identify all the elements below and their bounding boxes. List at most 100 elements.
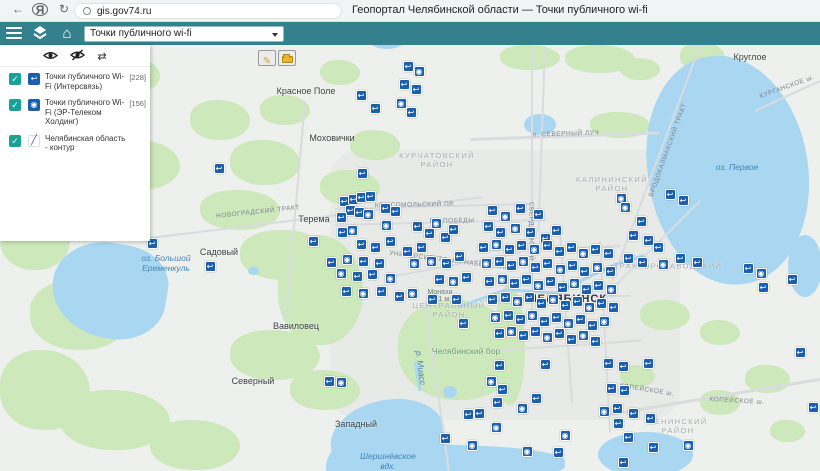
layer-select[interactable]: Точки публичного wi-fi: [84, 26, 284, 42]
wifi-marker-intersvyaz[interactable]: ↩: [487, 294, 498, 305]
wifi-marker-ertelecom[interactable]: ◉: [548, 294, 559, 305]
wifi-marker-intersvyaz[interactable]: ↩: [515, 314, 526, 325]
wifi-marker-ertelecom[interactable]: ◉: [342, 254, 353, 265]
wifi-marker-intersvyaz[interactable]: ↩: [692, 257, 703, 268]
wifi-marker-ertelecom[interactable]: ◉: [517, 403, 528, 414]
wifi-marker-intersvyaz[interactable]: ↩: [374, 258, 385, 269]
wifi-marker-ertelecom[interactable]: ◉: [584, 302, 595, 313]
wifi-marker-intersvyaz[interactable]: ↩: [623, 253, 634, 264]
wifi-marker-ertelecom[interactable]: ◉: [396, 98, 407, 109]
wifi-marker-ertelecom[interactable]: ◉: [756, 268, 767, 279]
wifi-marker-intersvyaz[interactable]: ↩: [590, 336, 601, 347]
wifi-marker-intersvyaz[interactable]: ↩: [458, 318, 469, 329]
wifi-marker-ertelecom[interactable]: ◉: [491, 239, 502, 250]
wifi-marker-ertelecom[interactable]: ◉: [527, 310, 538, 321]
wifi-marker-intersvyaz[interactable]: ↩: [356, 90, 367, 101]
wifi-marker-intersvyaz[interactable]: ↩: [341, 286, 352, 297]
wifi-marker-intersvyaz[interactable]: ↩: [370, 242, 381, 253]
wifi-marker-intersvyaz[interactable]: ↩: [352, 271, 363, 282]
edit-pencil-button[interactable]: ✎: [258, 50, 276, 66]
wifi-marker-intersvyaz[interactable]: ↩: [326, 257, 337, 268]
wifi-marker-intersvyaz[interactable]: ↩: [494, 360, 505, 371]
wifi-marker-intersvyaz[interactable]: ↩: [560, 300, 571, 311]
wifi-marker-ertelecom[interactable]: ◉: [497, 274, 508, 285]
wifi-marker-ertelecom[interactable]: ◉: [491, 422, 502, 433]
wifi-marker-ertelecom[interactable]: ◉: [578, 248, 589, 259]
wifi-marker-ertelecom[interactable]: ◉: [426, 256, 437, 267]
wifi-marker-intersvyaz[interactable]: ↩: [504, 244, 515, 255]
wifi-marker-intersvyaz[interactable]: ↩: [551, 225, 562, 236]
wifi-marker-intersvyaz[interactable]: ↩: [579, 266, 590, 277]
wifi-marker-intersvyaz[interactable]: ↩: [678, 195, 689, 206]
wifi-marker-intersvyaz[interactable]: ↩: [494, 328, 505, 339]
wifi-marker-intersvyaz[interactable]: ↩: [448, 224, 459, 235]
wifi-marker-intersvyaz[interactable]: ↩: [575, 314, 586, 325]
hide-all-layers-icon[interactable]: [70, 49, 85, 64]
wifi-marker-intersvyaz[interactable]: ↩: [412, 221, 423, 232]
wifi-marker-intersvyaz[interactable]: ↩: [590, 244, 601, 255]
wifi-marker-intersvyaz[interactable]: ↩: [367, 269, 378, 280]
wifi-marker-intersvyaz[interactable]: ↩: [606, 383, 617, 394]
wifi-marker-ertelecom[interactable]: ◉: [467, 440, 478, 451]
wifi-marker-intersvyaz[interactable]: ↩: [394, 291, 405, 302]
wifi-marker-ertelecom[interactable]: ◉: [522, 446, 533, 457]
wifi-marker-intersvyaz[interactable]: ↩: [572, 296, 583, 307]
wifi-marker-ertelecom[interactable]: ◉: [569, 278, 580, 289]
wifi-marker-intersvyaz[interactable]: ↩: [540, 359, 551, 370]
wifi-marker-ertelecom[interactable]: ◉: [414, 66, 425, 77]
wifi-marker-intersvyaz[interactable]: ↩: [743, 263, 754, 274]
wifi-marker-intersvyaz[interactable]: ↩: [463, 409, 474, 420]
wifi-marker-intersvyaz[interactable]: ↩: [545, 276, 556, 287]
wifi-marker-intersvyaz[interactable]: ↩: [399, 79, 410, 90]
wifi-marker-ertelecom[interactable]: ◉: [563, 318, 574, 329]
wifi-marker-intersvyaz[interactable]: ↩: [461, 272, 472, 283]
wifi-marker-intersvyaz[interactable]: ↩: [533, 209, 544, 220]
wifi-marker-intersvyaz[interactable]: ↩: [539, 316, 550, 327]
wifi-marker-ertelecom[interactable]: ◉: [385, 273, 396, 284]
wifi-marker-intersvyaz[interactable]: ↩: [411, 84, 422, 95]
wifi-marker-intersvyaz[interactable]: ↩: [497, 384, 508, 395]
wifi-marker-ertelecom[interactable]: ◉: [448, 276, 459, 287]
wifi-marker-intersvyaz[interactable]: ↩: [593, 280, 604, 291]
wifi-marker-intersvyaz[interactable]: ↩: [612, 403, 623, 414]
wifi-marker-intersvyaz[interactable]: ↩: [566, 242, 577, 253]
wifi-marker-ertelecom[interactable]: ◉: [620, 202, 631, 213]
wifi-marker-intersvyaz[interactable]: ↩: [542, 258, 553, 269]
wifi-marker-intersvyaz[interactable]: ↩: [454, 251, 465, 262]
wifi-marker-intersvyaz[interactable]: ↩: [500, 292, 511, 303]
wifi-marker-intersvyaz[interactable]: ↩: [525, 227, 536, 238]
wifi-marker-intersvyaz[interactable]: ↩: [603, 358, 614, 369]
wifi-marker-intersvyaz[interactable]: ↩: [653, 242, 664, 253]
wifi-marker-intersvyaz[interactable]: ↩: [495, 227, 506, 238]
wifi-marker-intersvyaz[interactable]: ↩: [357, 168, 368, 179]
wifi-marker-intersvyaz[interactable]: ↩: [787, 274, 798, 285]
wifi-marker-ertelecom[interactable]: ◉: [409, 258, 420, 269]
wifi-marker-intersvyaz[interactable]: ↩: [487, 205, 498, 216]
wifi-marker-intersvyaz[interactable]: ↩: [380, 203, 391, 214]
wifi-marker-intersvyaz[interactable]: ↩: [385, 236, 396, 247]
wifi-marker-intersvyaz[interactable]: ↩: [402, 246, 413, 257]
wifi-marker-intersvyaz[interactable]: ↩: [636, 216, 647, 227]
wifi-marker-intersvyaz[interactable]: ↩: [795, 347, 806, 358]
wifi-marker-intersvyaz[interactable]: ↩: [509, 278, 520, 289]
wifi-marker-intersvyaz[interactable]: ↩: [308, 236, 319, 247]
layers-icon[interactable]: [31, 25, 49, 42]
wifi-marker-ertelecom[interactable]: ◉: [599, 406, 610, 417]
wifi-marker-ertelecom[interactable]: ◉: [599, 316, 610, 327]
wifi-marker-ertelecom[interactable]: ◉: [358, 288, 369, 299]
wifi-marker-ertelecom[interactable]: ◉: [592, 262, 603, 273]
wifi-marker-intersvyaz[interactable]: ↩: [648, 442, 659, 453]
wifi-marker-intersvyaz[interactable]: ↩: [492, 397, 503, 408]
swap-layers-icon[interactable]: ⇄: [97, 51, 106, 63]
home-icon[interactable]: ⌂: [58, 25, 76, 42]
refresh-icon[interactable]: ↻: [56, 2, 72, 16]
wifi-marker-intersvyaz[interactable]: ↩: [613, 418, 624, 429]
wifi-marker-intersvyaz[interactable]: ↩: [554, 246, 565, 257]
wifi-marker-intersvyaz[interactable]: ↩: [557, 282, 568, 293]
wifi-marker-intersvyaz[interactable]: ↩: [406, 107, 417, 118]
wifi-marker-intersvyaz[interactable]: ↩: [530, 326, 541, 337]
wifi-marker-intersvyaz[interactable]: ↩: [358, 256, 369, 267]
wifi-marker-intersvyaz[interactable]: ↩: [370, 103, 381, 114]
show-all-layers-icon[interactable]: [43, 50, 58, 64]
wifi-marker-intersvyaz[interactable]: ↩: [403, 61, 414, 72]
